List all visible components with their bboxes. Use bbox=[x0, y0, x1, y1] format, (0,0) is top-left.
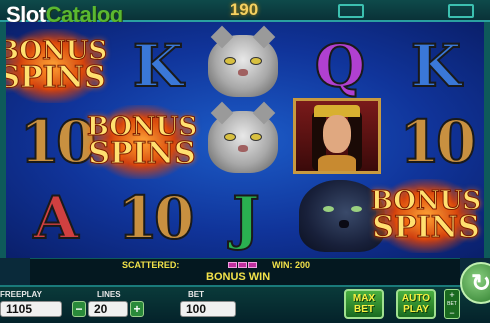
symbol-q: Q bbox=[296, 28, 384, 104]
bonus-line2: SPINS bbox=[6, 60, 106, 96]
symbol-letter: 10 bbox=[19, 108, 98, 176]
cat-icon bbox=[208, 101, 278, 173]
freeplay-value: 1105 bbox=[0, 301, 62, 317]
ornament-icon bbox=[338, 4, 364, 18]
symbol-a: A bbox=[12, 180, 100, 256]
symbol-letter: A bbox=[32, 184, 79, 252]
symbol-letter: 10 bbox=[399, 108, 478, 176]
symbol-letter: K bbox=[132, 32, 184, 100]
max-bet-button[interactable]: MAX BET bbox=[344, 289, 384, 319]
lines-minus-button[interactable]: − bbox=[72, 301, 86, 317]
scatter-icon bbox=[228, 262, 237, 268]
symbol-letter: 10 bbox=[117, 184, 196, 252]
symbol-10: 10 bbox=[110, 180, 198, 256]
symbol-cat bbox=[199, 25, 287, 104]
symbol-j: J bbox=[202, 180, 290, 256]
bonus-line2: SPINS bbox=[88, 136, 196, 172]
bet-plus-button[interactable]: + bbox=[449, 290, 454, 300]
symbol-bonus-spins: BONUS SPINS bbox=[370, 178, 482, 254]
lines-label: LINES bbox=[97, 290, 121, 299]
auto-play-button[interactable]: AUTO PLAY bbox=[396, 289, 436, 319]
symbol-letter: J bbox=[231, 184, 260, 252]
bet-stepper[interactable]: + BET − bbox=[444, 289, 460, 319]
bet-minus-button[interactable]: − bbox=[449, 308, 454, 318]
scatter-icon bbox=[238, 262, 247, 268]
freeplay-label: FREEPLAY bbox=[0, 290, 42, 299]
bonus-line2: SPINS bbox=[372, 210, 480, 246]
cleopatra-icon bbox=[293, 98, 381, 174]
symbol-letter: K bbox=[410, 32, 462, 100]
symbol-bonus-spins: BONUS SPINS bbox=[6, 28, 108, 104]
lines-value: 20 bbox=[88, 301, 128, 317]
scattered-label: SCATTERED: bbox=[122, 260, 180, 270]
symbol-letter: Q bbox=[314, 32, 367, 100]
symbol-cat bbox=[199, 101, 287, 180]
bet-label: BET bbox=[188, 290, 204, 299]
ornament-icon bbox=[448, 4, 474, 18]
symbol-10: 10 bbox=[392, 104, 480, 180]
bet-value: 100 bbox=[180, 301, 236, 317]
reel-grid: BONUS SPINS K Q K 10 BONUS SPINS 10 A 10… bbox=[6, 22, 484, 258]
win-label: WIN: 200 bbox=[272, 260, 311, 270]
symbol-bonus-spins: BONUS SPINS bbox=[86, 104, 198, 180]
cat-icon bbox=[208, 25, 278, 97]
scatter-icon bbox=[248, 262, 257, 268]
symbol-k: K bbox=[392, 28, 480, 104]
symbol-cleopatra bbox=[293, 98, 381, 174]
bet-button-label: BET bbox=[447, 300, 457, 307]
top-number: 190 bbox=[229, 0, 259, 19]
spin-icon: ↻ bbox=[470, 269, 490, 297]
bonus-win-label: BONUS WIN bbox=[206, 271, 271, 283]
symbol-k: K bbox=[114, 28, 202, 104]
top-bar: SlotCatalog 190 bbox=[0, 0, 490, 27]
lines-plus-button[interactable]: + bbox=[130, 301, 144, 317]
scatter-icons bbox=[228, 262, 257, 268]
